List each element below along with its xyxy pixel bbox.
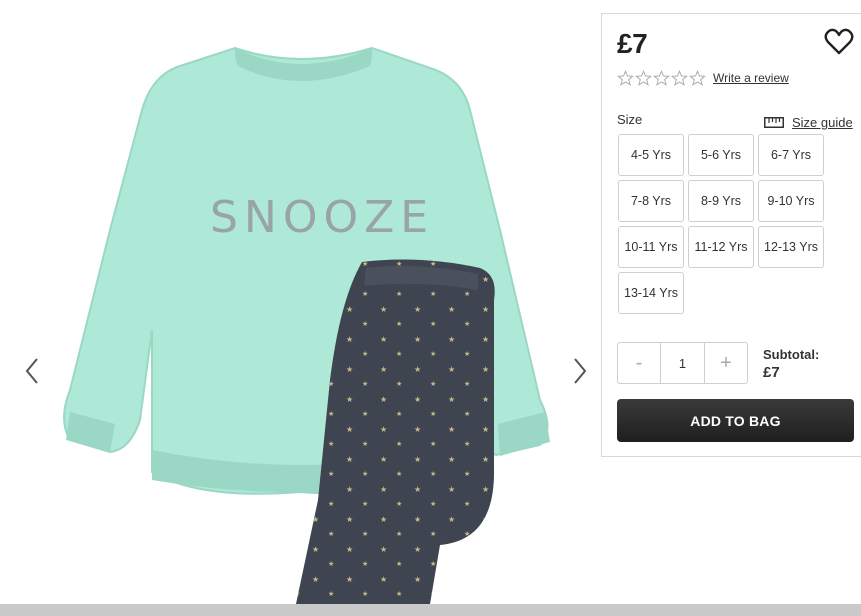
size-option[interactable]: 5-6 Yrs: [688, 134, 754, 176]
write-review-link[interactable]: Write a review: [713, 71, 789, 85]
size-option[interactable]: 7-8 Yrs: [618, 180, 684, 222]
star-outline-icon: [653, 70, 670, 86]
star-outline-icon: [635, 70, 652, 86]
size-option[interactable]: 10-11 Yrs: [618, 226, 684, 268]
product-image-gallery: ★ ★ SNOOZE: [0, 0, 600, 604]
quantity-input[interactable]: 1: [660, 343, 705, 383]
chevron-left-icon: [25, 358, 38, 384]
size-option[interactable]: 9-10 Yrs: [758, 180, 824, 222]
next-image-button[interactable]: [568, 356, 592, 386]
quantity-increase-button[interactable]: +: [705, 343, 747, 383]
subtotal: Subtotal: £7: [763, 346, 819, 382]
size-guide-label: Size guide: [792, 115, 853, 130]
size-option[interactable]: 4-5 Yrs: [618, 134, 684, 176]
previous-image-button[interactable]: [20, 356, 44, 386]
heart-icon: [824, 28, 854, 55]
ruler-icon: [764, 117, 784, 128]
size-option[interactable]: 8-9 Yrs: [688, 180, 754, 222]
product-details-panel: £7 Write a review Size Size guide 4-5 Yr…: [601, 13, 861, 457]
size-option[interactable]: 11-12 Yrs: [688, 226, 754, 268]
rating-row: Write a review: [617, 70, 789, 86]
star-outline-icon: [689, 70, 706, 86]
star-outline-icon: [671, 70, 688, 86]
size-label: Size: [617, 112, 643, 127]
subtotal-amount: £7: [763, 364, 780, 381]
quantity-decrease-button[interactable]: -: [618, 343, 660, 383]
chevron-right-icon: [574, 358, 587, 384]
product-image: ★ ★ SNOOZE: [63, 46, 550, 604]
product-price: £7: [617, 28, 648, 59]
star-outline-icon: [617, 70, 634, 86]
add-to-bag-button[interactable]: ADD TO BAG: [617, 399, 854, 442]
size-guide-link[interactable]: Size guide: [764, 115, 853, 130]
sweater-print-text: SNOOZE: [210, 192, 434, 243]
wishlist-button[interactable]: [824, 28, 854, 56]
size-option[interactable]: 12-13 Yrs: [758, 226, 824, 268]
size-option[interactable]: 13-14 Yrs: [618, 272, 684, 314]
quantity-stepper: - 1 +: [617, 342, 748, 384]
page-scrollbar[interactable]: [0, 604, 861, 616]
size-option[interactable]: 6-7 Yrs: [758, 134, 824, 176]
subtotal-label: Subtotal:: [763, 347, 820, 362]
